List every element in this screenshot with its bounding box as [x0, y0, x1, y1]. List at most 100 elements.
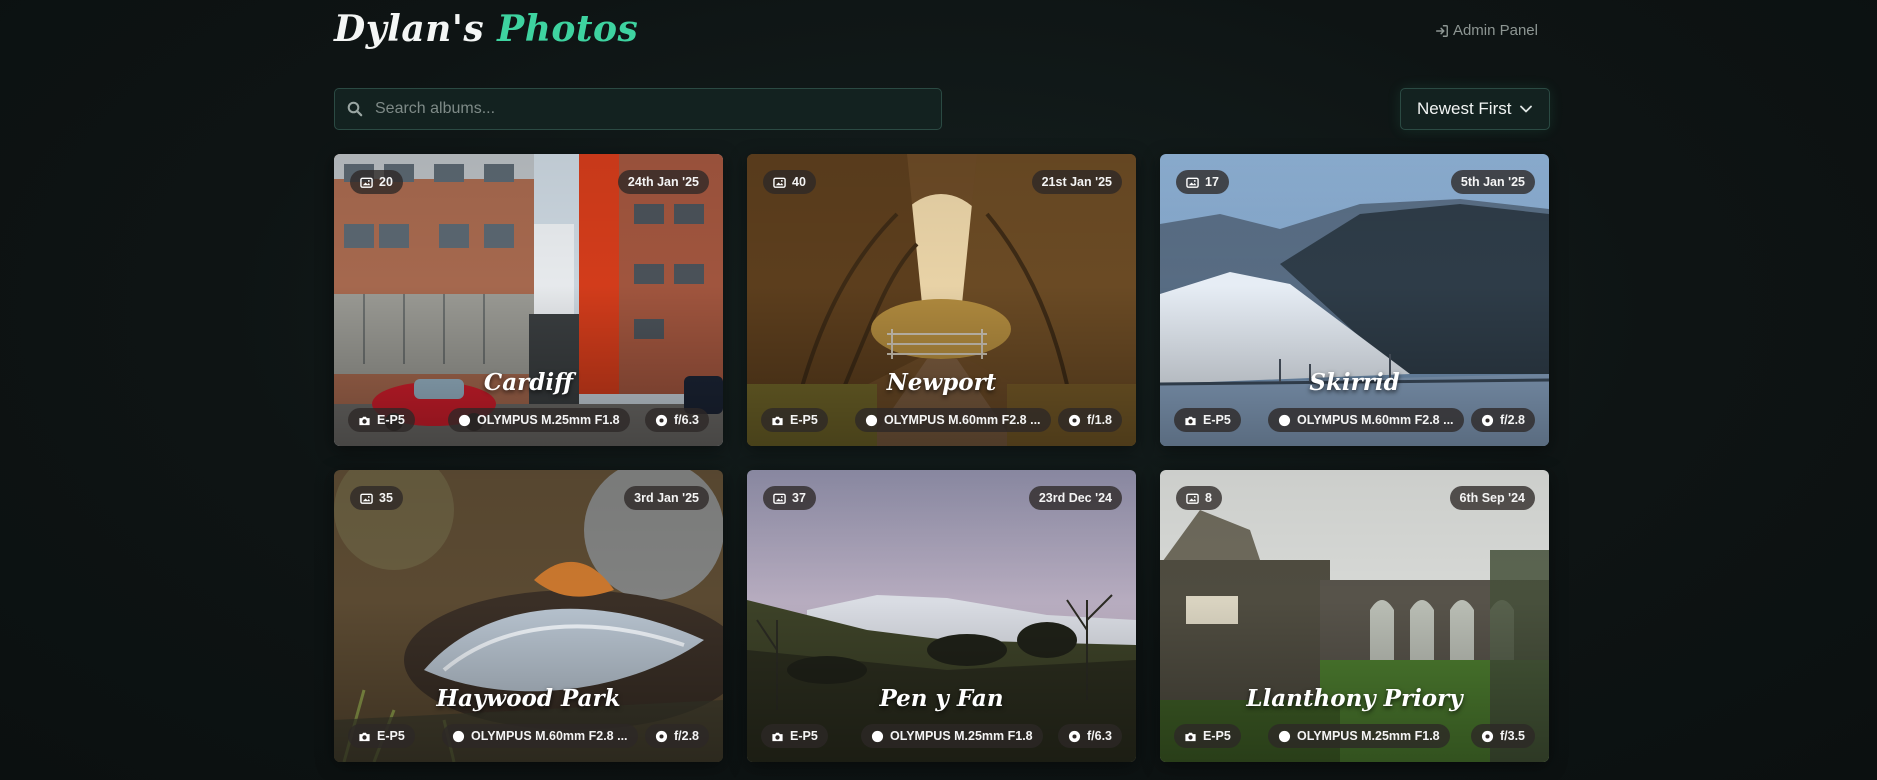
cover-shade	[747, 154, 1136, 446]
album-card-llanthony-priory[interactable]: 8 6th Sep '24 Llanthony Priory E-P5 OLYM…	[1160, 470, 1549, 762]
album-date-badge: 6th Sep '24	[1449, 486, 1535, 510]
album-card-pen-y-fan[interactable]: 37 23rd Dec '24 Pen y Fan E-P5 OLYMPUS M…	[747, 470, 1136, 762]
lens-circle-icon	[865, 414, 878, 426]
aperture-icon	[1068, 414, 1081, 426]
aperture-badge: f/2.8	[1470, 408, 1535, 432]
lens-model: OLYMPUS M.60mm F2.8 ...	[1297, 413, 1454, 427]
aperture-badge: f/6.3	[1057, 724, 1122, 748]
album-date-badge: 23rd Dec '24	[1028, 486, 1122, 510]
site-title-accent: Photos	[497, 8, 639, 50]
camera-model: E-P5	[790, 413, 818, 427]
lens-model: OLYMPUS M.60mm F2.8 ...	[471, 729, 628, 743]
cover-shade	[334, 154, 723, 446]
aperture-badge: f/1.8	[1057, 408, 1122, 432]
camera-badge: E-P5	[348, 724, 415, 748]
album-date: 23rd Dec '24	[1038, 491, 1112, 505]
sign-in-icon	[1435, 24, 1448, 37]
album-date-badge: 21st Jan '25	[1031, 170, 1122, 194]
aperture-icon	[1068, 730, 1081, 742]
camera-model: E-P5	[1203, 413, 1231, 427]
camera-model: E-P5	[1203, 729, 1231, 743]
aperture-badge: f/2.8	[644, 724, 709, 748]
site-title[interactable]: Dylan's Photos	[334, 8, 638, 50]
chevron-down-icon	[1520, 105, 1532, 113]
album-title: Llanthony Priory	[1246, 685, 1463, 712]
camera-model: E-P5	[790, 729, 818, 743]
album-date: 5th Jan '25	[1460, 175, 1525, 189]
images-icon	[360, 177, 373, 188]
photo-count: 8	[1205, 491, 1212, 505]
album-date: 24th Jan '25	[627, 175, 699, 189]
photo-count-badge: 20	[350, 170, 403, 194]
photo-count: 20	[379, 175, 393, 189]
camera-model: E-P5	[377, 729, 405, 743]
album-card-cardiff[interactable]: 20 24th Jan '25 Cardiff E-P5 OLYMPUS M.2…	[334, 154, 723, 446]
camera-icon	[1185, 732, 1196, 741]
photo-count-badge: 40	[763, 170, 816, 194]
lens-badge: OLYMPUS M.60mm F2.8 ...	[855, 408, 1051, 432]
album-date: 3rd Jan '25	[634, 491, 699, 505]
images-icon	[1186, 177, 1199, 188]
lens-model: OLYMPUS M.60mm F2.8 ...	[884, 413, 1041, 427]
photo-count: 17	[1205, 175, 1219, 189]
aperture-value: f/3.5	[1499, 729, 1525, 743]
search-icon	[347, 101, 363, 117]
album-title: Newport	[886, 369, 997, 396]
sort-dropdown[interactable]: Newest First	[1400, 88, 1550, 130]
site-title-owner: Dylan's	[334, 8, 485, 50]
camera-model: E-P5	[377, 413, 405, 427]
album-title: Skirrid	[1309, 369, 1400, 396]
album-card-newport[interactable]: 40 21st Jan '25 Newport E-P5 OLYMPUS M.6…	[747, 154, 1136, 446]
photo-count: 37	[792, 491, 806, 505]
album-date: 6th Sep '24	[1459, 491, 1526, 505]
aperture-value: f/1.8	[1086, 413, 1112, 427]
sort-selected-label: Newest First	[1417, 99, 1512, 118]
images-icon	[360, 493, 373, 504]
photo-count-badge: 37	[763, 486, 816, 510]
aperture-icon	[655, 414, 668, 426]
aperture-badge: f/6.3	[644, 408, 709, 432]
search-input[interactable]	[375, 100, 941, 118]
album-card-haywood-park[interactable]: 35 3rd Jan '25 Haywood Park E-P5 OLYMPUS…	[334, 470, 723, 762]
images-icon	[1186, 493, 1199, 504]
camera-icon	[1185, 416, 1196, 425]
lens-badge: OLYMPUS M.25mm F1.8	[448, 408, 630, 432]
aperture-value: f/2.8	[673, 729, 699, 743]
cover-shade	[1160, 154, 1549, 446]
cover-shade	[1160, 470, 1549, 762]
camera-badge: E-P5	[761, 724, 828, 748]
lens-circle-icon	[1278, 730, 1291, 742]
camera-badge: E-P5	[1174, 724, 1241, 748]
album-title: Cardiff	[483, 369, 574, 396]
album-card-skirrid[interactable]: 17 5th Jan '25 Skirrid E-P5 OLYMPUS M.60…	[1160, 154, 1549, 446]
aperture-icon	[1481, 414, 1494, 426]
search-box	[334, 88, 942, 130]
album-title: Pen y Fan	[879, 685, 1004, 712]
camera-badge: E-P5	[1174, 408, 1241, 432]
aperture-icon	[1481, 730, 1494, 742]
photo-count-badge: 17	[1176, 170, 1229, 194]
camera-icon	[772, 416, 783, 425]
aperture-badge: f/3.5	[1470, 724, 1535, 748]
lens-badge: OLYMPUS M.25mm F1.8	[861, 724, 1043, 748]
camera-badge: E-P5	[761, 408, 828, 432]
photo-count-badge: 8	[1176, 486, 1222, 510]
camera-icon	[772, 732, 783, 741]
lens-model: OLYMPUS M.25mm F1.8	[890, 729, 1033, 743]
photo-count: 35	[379, 491, 393, 505]
lens-model: OLYMPUS M.25mm F1.8	[1297, 729, 1440, 743]
lens-model: OLYMPUS M.25mm F1.8	[477, 413, 620, 427]
admin-panel-link[interactable]: Admin Panel	[1435, 22, 1538, 39]
album-date: 21st Jan '25	[1041, 175, 1112, 189]
aperture-value: f/6.3	[1086, 729, 1112, 743]
lens-circle-icon	[1278, 414, 1291, 426]
album-date-badge: 5th Jan '25	[1450, 170, 1535, 194]
camera-icon	[359, 732, 370, 741]
lens-badge: OLYMPUS M.60mm F2.8 ...	[1268, 408, 1464, 432]
album-date-badge: 3rd Jan '25	[624, 486, 709, 510]
aperture-value: f/6.3	[673, 413, 699, 427]
camera-icon	[359, 416, 370, 425]
lens-circle-icon	[452, 730, 465, 742]
admin-panel-label: Admin Panel	[1452, 22, 1538, 39]
album-title: Haywood Park	[436, 685, 621, 712]
